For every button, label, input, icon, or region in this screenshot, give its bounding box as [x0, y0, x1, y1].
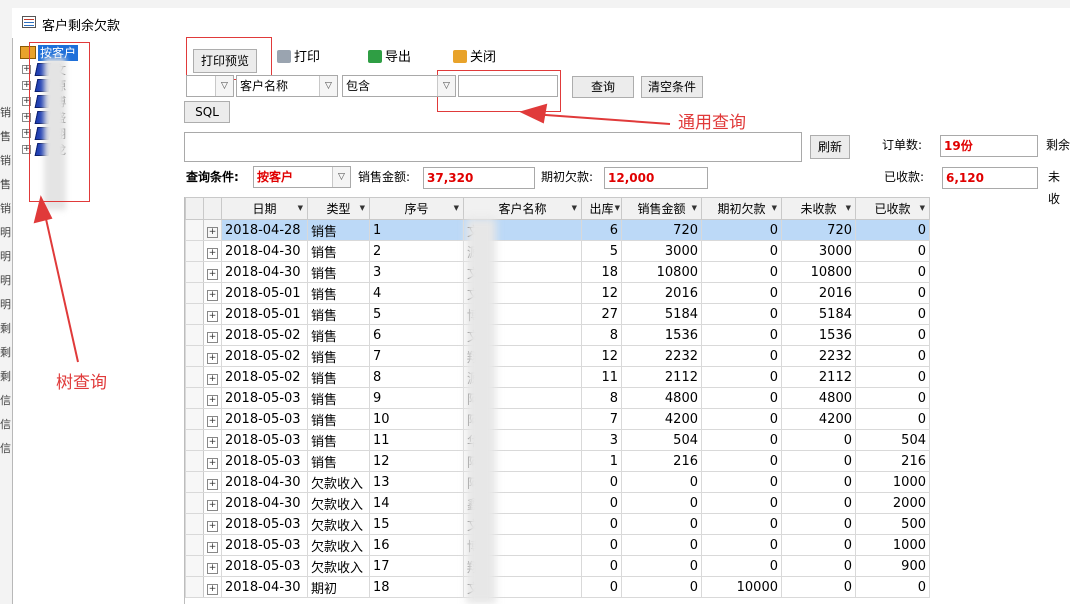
annotation-arrows	[33, 103, 671, 363]
arrow-head	[519, 103, 548, 124]
arrow-line	[531, 113, 671, 125]
arrow-line	[43, 209, 79, 363]
arrow-head	[33, 195, 53, 224]
